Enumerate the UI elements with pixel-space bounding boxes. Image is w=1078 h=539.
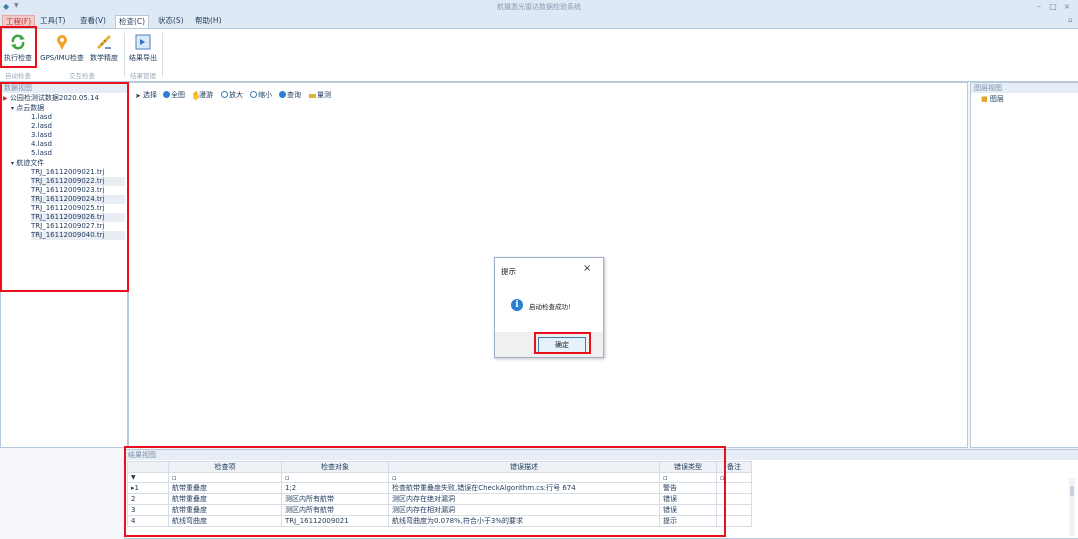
tool-zoom-in-label: 放大 [229,91,243,99]
tool-query[interactable]: 查询 [279,90,301,100]
highlight-box [124,446,726,537]
window-title: 航摄激光雷达数据检验系统 [497,3,581,11]
highlight-box [534,332,591,354]
group-auto-check: 自动检查 [5,72,31,80]
hand-icon: ✋ [191,91,201,100]
scrollbar-thumb[interactable] [1070,486,1074,496]
layer-item-label: 图层 [989,95,1004,103]
tool-measure-label: 量测 [317,91,331,99]
tool-select[interactable]: ➤ 选择 [135,90,157,100]
title-bar: ◆ ▼ 航摄激光雷达数据检验系统 – □ × [0,0,1078,15]
menu-tools[interactable]: 工具(T) [37,15,68,27]
tool-pan-label: 漫游 [199,91,213,99]
tool-select-label: 选择 [143,91,157,99]
vertical-scrollbar[interactable] [1069,478,1075,536]
gps-icon [57,35,67,50]
highlight-box [0,26,37,68]
info-icon [279,91,286,98]
tool-query-label: 查询 [287,91,301,99]
layer-view-panel: 图层视图 ■ 图层 [970,82,1078,448]
close-button[interactable]: × [1060,1,1074,12]
tool-zoom-in[interactable]: 放大 [221,90,243,100]
tool-zoom-out-label: 缩小 [258,91,272,99]
export-results-label: 结果导出 [129,54,157,62]
layer-view-title: 图层视图 [971,83,1078,93]
tool-zoom-out[interactable]: 缩小 [250,90,272,100]
ribbon-help-icon[interactable]: ⌂ [1068,16,1072,24]
menu-help[interactable]: 帮助(H) [192,15,225,27]
zoom-in-icon [221,91,228,98]
math-accuracy-label: 数学精度 [90,54,118,62]
ribbon: 执行检查 GPS/IMU检查 数学精度 结果导出 自动检查 交互检查 结果管理 [0,28,1078,82]
dialog-close-button[interactable]: × [583,263,591,274]
group-result-management: 结果管理 [130,72,156,80]
menu-status[interactable]: 状态(S) [155,15,187,27]
export-icon [135,34,151,50]
export-results-button[interactable]: 结果导出 [127,31,159,67]
ribbon-separator [162,33,163,77]
info-icon: i [511,299,523,311]
layer-item[interactable]: ■ 图层 [981,95,1004,104]
folder-icon: ■ [981,95,988,103]
group-interactive-check: 交互检查 [69,72,95,80]
tool-full-extent[interactable]: 全图 [163,90,185,100]
dialog-message: 启动检查成功! [529,303,571,311]
measure-icon [309,94,316,98]
dialog-title: 提示 [501,267,516,276]
cursor-icon: ➤ [135,92,141,100]
globe-icon [163,91,170,98]
minimize-button[interactable]: – [1032,1,1046,12]
zoom-out-icon [250,91,257,98]
highlight-box [0,82,129,292]
tool-full-extent-label: 全图 [171,91,185,99]
math-accuracy-button[interactable]: 数学精度 [88,31,120,67]
menu-bar: 工程(F) 工具(T) 查看(V) 检查(C) 状态(S) 帮助(H) ⌂ [0,14,1078,29]
menu-check[interactable]: 检查(C) [115,15,150,28]
ruler-icon [97,35,111,49]
maximize-button[interactable]: □ [1046,1,1060,12]
gps-imu-check-button[interactable]: GPS/IMU检查 [40,31,84,67]
tool-measure[interactable]: 量测 [309,90,331,100]
gps-imu-check-label: GPS/IMU检查 [40,54,84,62]
menu-view[interactable]: 查看(V) [77,15,109,27]
tool-pan[interactable]: ✋漫游 [191,90,213,100]
